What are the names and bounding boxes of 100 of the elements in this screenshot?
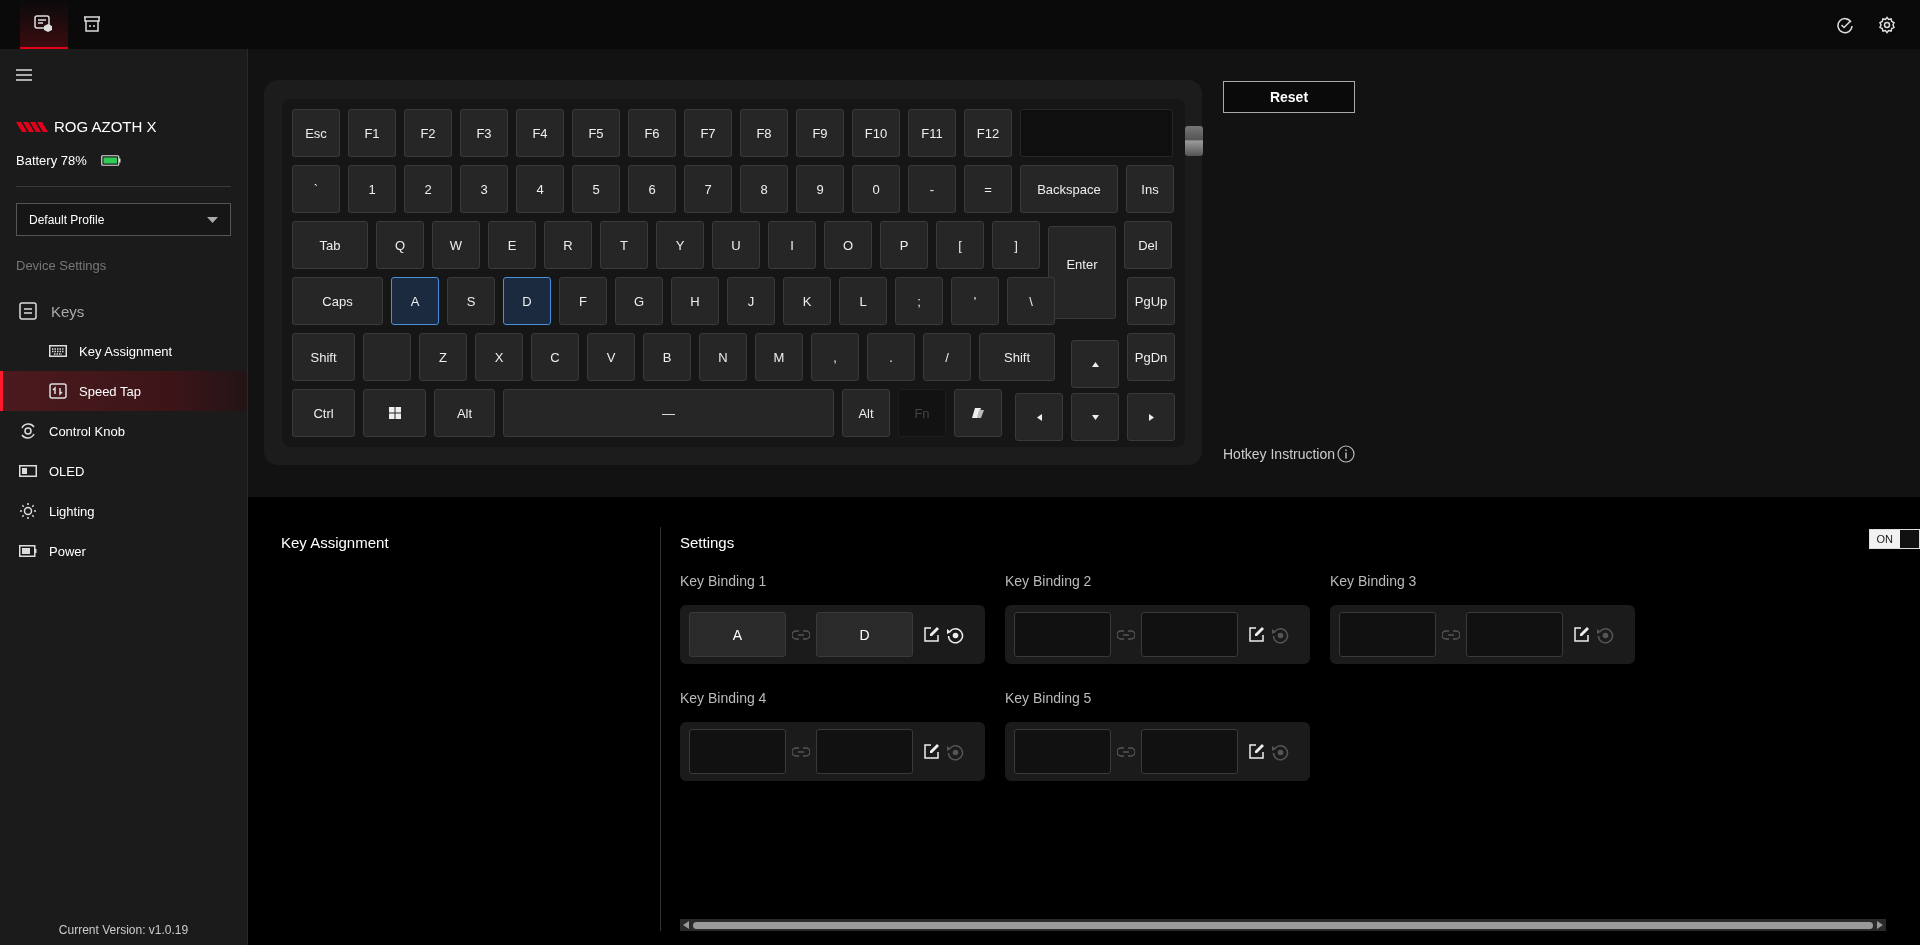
key[interactable]: N <box>699 333 747 381</box>
key[interactable]: E <box>488 221 536 269</box>
key[interactable]: Del <box>1124 221 1172 269</box>
key[interactable]: 0 <box>852 165 900 213</box>
key[interactable]: ' <box>951 277 999 325</box>
key-slot[interactable]: A <box>689 612 786 657</box>
key[interactable]: 9 <box>796 165 844 213</box>
key[interactable]: = <box>964 165 1012 213</box>
on-off-toggle[interactable]: ON <box>1868 529 1920 549</box>
key[interactable]: L <box>839 277 887 325</box>
nav-item[interactable]: Lighting <box>0 491 247 531</box>
key[interactable]: 6 <box>628 165 676 213</box>
nav-item[interactable]: OLED <box>0 451 247 491</box>
key[interactable]: 1 <box>348 165 396 213</box>
nav-item[interactable]: Power <box>0 531 247 571</box>
key-slot[interactable]: D <box>816 612 913 657</box>
profile-dropdown[interactable]: Default Profile <box>16 203 231 236</box>
key[interactable]: F12 <box>964 109 1012 157</box>
key[interactable]: 8 <box>740 165 788 213</box>
edit-icon[interactable] <box>1248 743 1265 760</box>
key[interactable]: Esc <box>292 109 340 157</box>
key[interactable]: Z <box>419 333 467 381</box>
key[interactable]: Q <box>376 221 424 269</box>
key[interactable]: / <box>923 333 971 381</box>
key[interactable]: M <box>755 333 803 381</box>
key[interactable]: F5 <box>572 109 620 157</box>
key[interactable]: Alt <box>434 389 495 437</box>
key[interactable]: Alt <box>842 389 890 437</box>
key[interactable]: - <box>908 165 956 213</box>
key[interactable]: B <box>643 333 691 381</box>
key[interactable]: ; <box>895 277 943 325</box>
key[interactable]: D <box>503 277 551 325</box>
key[interactable]: Tab <box>292 221 368 269</box>
top-tab[interactable] <box>20 0 68 49</box>
key[interactable]: 7 <box>684 165 732 213</box>
hotkey-instruction[interactable]: Hotkey Instruction <box>1223 446 1336 462</box>
edit-icon[interactable] <box>1248 626 1265 643</box>
nav-item[interactable]: Control Knob <box>0 411 247 451</box>
key[interactable]: Ins <box>1126 165 1174 213</box>
key[interactable]: Shift <box>292 333 355 381</box>
key[interactable]: U <box>712 221 760 269</box>
key[interactable]: \ <box>1007 277 1055 325</box>
key[interactable]: F <box>559 277 607 325</box>
key[interactable]: F3 <box>460 109 508 157</box>
key[interactable]: F1 <box>348 109 396 157</box>
key[interactable]: G <box>615 277 663 325</box>
key[interactable]: V <box>587 333 635 381</box>
check-circle-icon[interactable] <box>1836 15 1854 34</box>
key[interactable]: ` <box>292 165 340 213</box>
key[interactable]: K <box>783 277 831 325</box>
key[interactable]: W <box>432 221 480 269</box>
key[interactable]: Backspace <box>1020 165 1118 213</box>
edit-icon[interactable] <box>923 743 940 760</box>
reset-button[interactable]: Reset <box>1223 81 1355 113</box>
key[interactable]: R <box>544 221 592 269</box>
key[interactable]: 4 <box>516 165 564 213</box>
key[interactable]: Ctrl <box>292 389 355 437</box>
key[interactable]: F8 <box>740 109 788 157</box>
control-knob[interactable] <box>1185 126 1203 156</box>
key[interactable]: F2 <box>404 109 452 157</box>
key[interactable]: PgDn <box>1127 333 1175 381</box>
edit-icon[interactable] <box>1573 626 1590 643</box>
key[interactable]: PgUp <box>1127 277 1175 325</box>
nav-item[interactable]: Keys <box>0 291 247 331</box>
menu-icon[interactable] <box>16 69 32 81</box>
key[interactable]: A <box>391 277 439 325</box>
key[interactable]: F6 <box>628 109 676 157</box>
key[interactable]: X <box>475 333 523 381</box>
settings-icon[interactable] <box>1878 15 1896 34</box>
key[interactable]: P <box>880 221 928 269</box>
key[interactable]: ] <box>992 221 1040 269</box>
key[interactable]: F11 <box>908 109 956 157</box>
key[interactable]: Caps <box>292 277 383 325</box>
nav-item[interactable]: Key Assignment <box>0 331 247 371</box>
key[interactable]: H <box>671 277 719 325</box>
edit-icon[interactable] <box>923 626 940 643</box>
key[interactable]: 5 <box>572 165 620 213</box>
key[interactable]: C <box>531 333 579 381</box>
key[interactable]: . <box>867 333 915 381</box>
key[interactable]: Y <box>656 221 704 269</box>
key[interactable] <box>954 389 1002 437</box>
key[interactable] <box>363 389 426 437</box>
nav-item[interactable]: Speed Tap <box>0 371 247 411</box>
key[interactable]: 3 <box>460 165 508 213</box>
info-icon[interactable] <box>1337 445 1356 463</box>
key[interactable]: O <box>824 221 872 269</box>
key[interactable]: Enter <box>1048 226 1116 319</box>
key[interactable]: S <box>447 277 495 325</box>
key[interactable]: F7 <box>684 109 732 157</box>
key[interactable]: J <box>727 277 775 325</box>
key[interactable]: F4 <box>516 109 564 157</box>
key[interactable]: — <box>503 389 834 437</box>
key[interactable]: F10 <box>852 109 900 157</box>
horizontal-scrollbar[interactable] <box>680 919 1886 931</box>
scroll-right-icon[interactable] <box>1877 921 1883 929</box>
key[interactable]: T <box>600 221 648 269</box>
scroll-left-icon[interactable] <box>683 921 689 929</box>
restore-icon[interactable] <box>946 625 964 644</box>
key[interactable]: I <box>768 221 816 269</box>
key[interactable]: 2 <box>404 165 452 213</box>
